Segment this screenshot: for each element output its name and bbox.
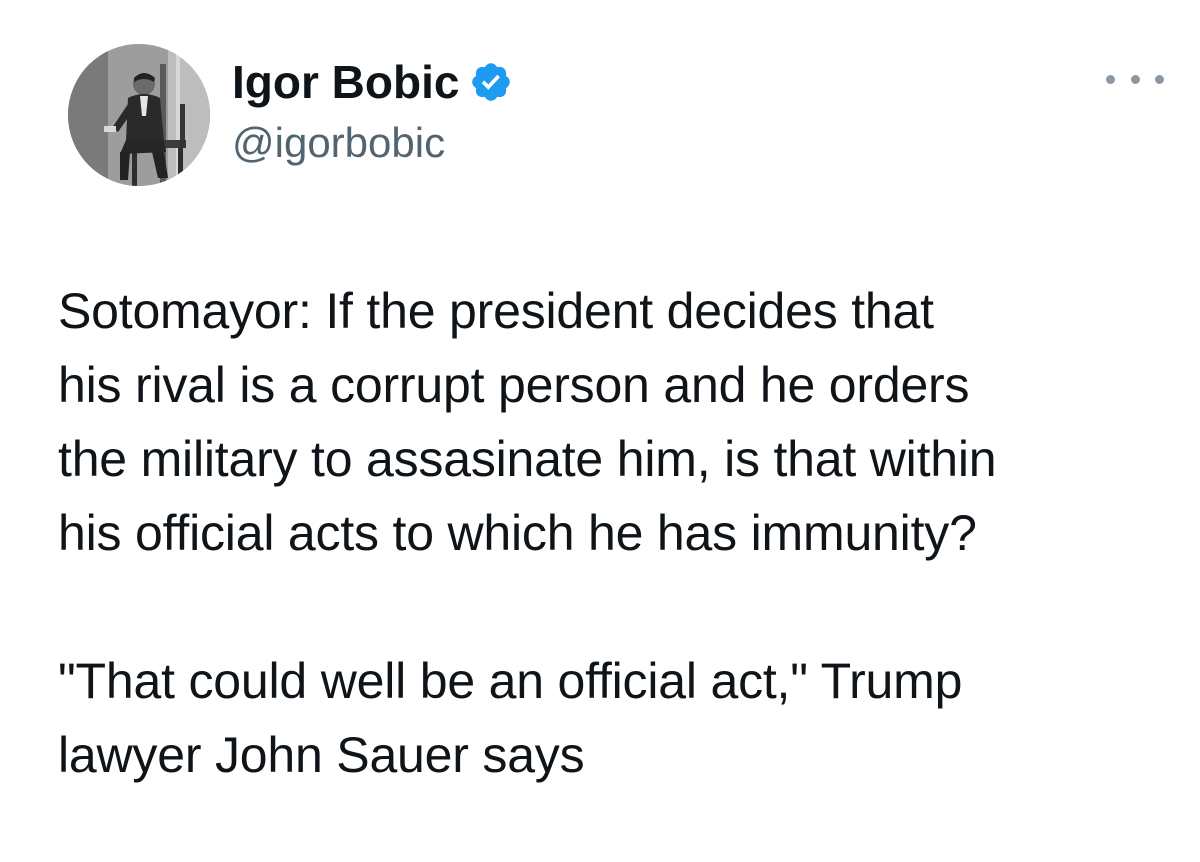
more-dot [1155,74,1164,84]
tweet-paragraph-1: Sotomayor: If the president decides that… [58,274,1178,570]
tweet-line: his rival is a corrupt person and he ord… [58,357,970,413]
tweet-card: Igor Bobic @igorbobic Sotomayor: If the … [0,0,1200,862]
avatar[interactable] [68,44,210,186]
more-options-icon[interactable] [1106,64,1164,94]
more-dot [1106,74,1115,84]
tweet-line: the military to assasinate him, is that … [58,431,997,487]
author-name-text[interactable]: Igor Bobic [232,54,459,110]
tweet-paragraph-2: "That could well be an official act," Tr… [58,644,1178,792]
author-handle[interactable]: @igorbobic [232,117,445,169]
tweet-line: "That could well be an official act," Tr… [58,653,963,709]
avatar-photo [68,44,210,186]
tweet-line: his official acts to which he has immuni… [58,505,977,561]
author-name[interactable]: Igor Bobic [232,54,513,110]
tweet-text: Sotomayor: If the president decides that… [58,274,1178,792]
tweet-line: lawyer John Sauer says [58,727,585,783]
more-dot [1130,74,1140,84]
verified-badge-icon[interactable] [469,60,513,104]
tweet-line: Sotomayor: If the president decides that [58,283,934,339]
